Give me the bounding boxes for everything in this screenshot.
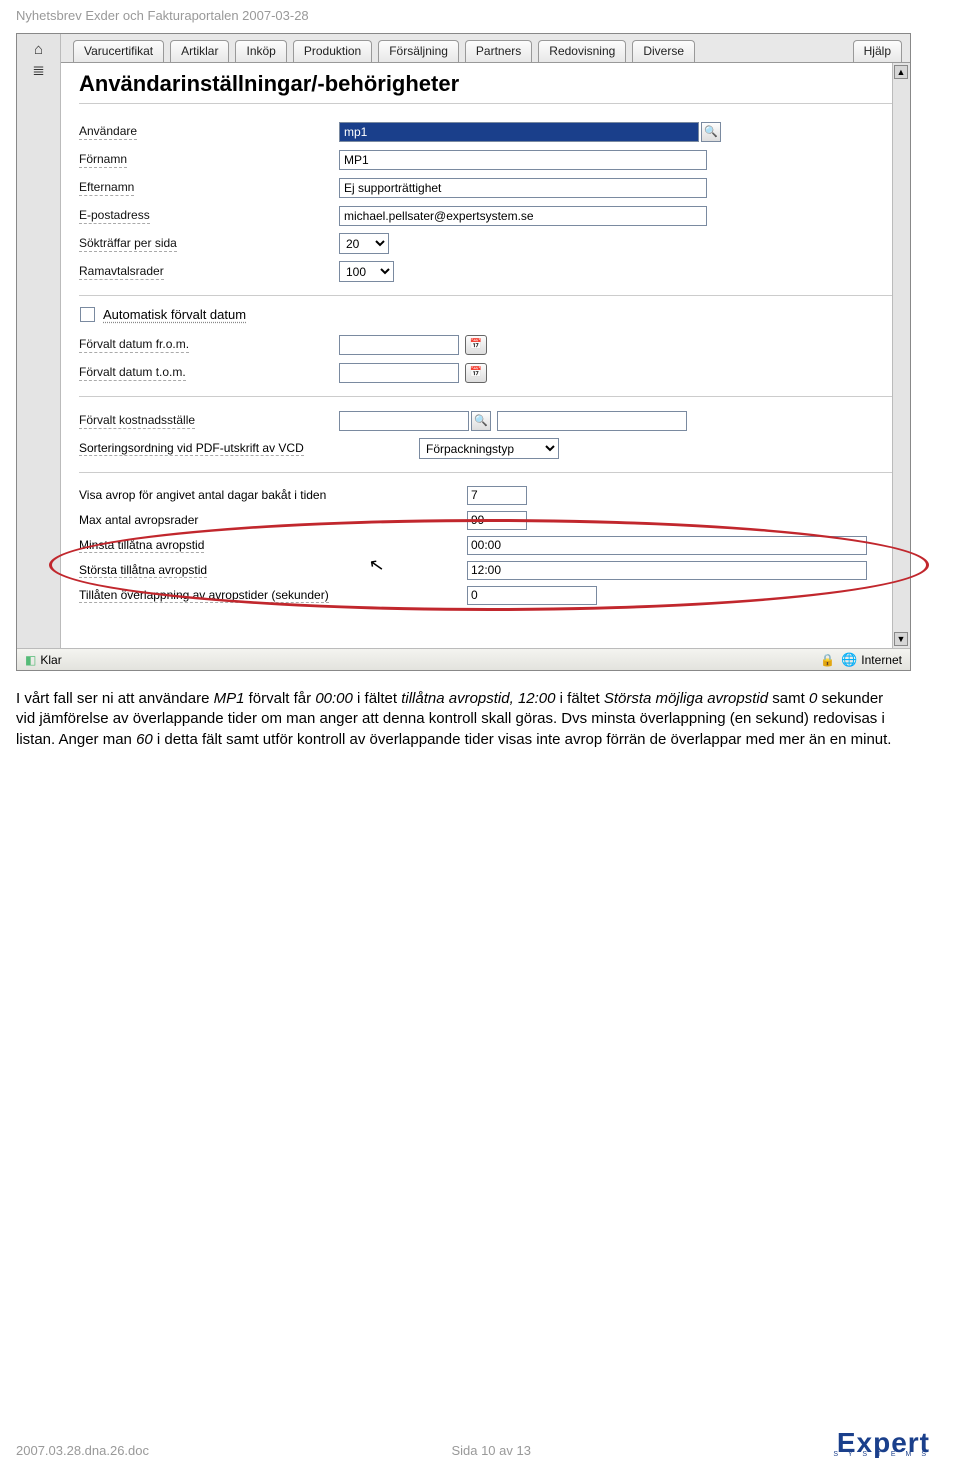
- screenshot-window: ⌂ ≣ Varucertifikat Artiklar Inköp Produk…: [16, 33, 911, 671]
- home-icon[interactable]: ⌂: [17, 41, 60, 58]
- input-min-time[interactable]: [467, 536, 867, 555]
- label-email: E-postadress: [79, 208, 150, 224]
- checkbox-auto-date[interactable]: [80, 307, 95, 322]
- input-lastname[interactable]: [339, 178, 707, 198]
- page-footer: 2007.03.28.dna.26.doc Sida 10 av 13 Expe…: [12, 1430, 948, 1458]
- input-overlap[interactable]: [467, 586, 597, 605]
- select-ramav[interactable]: 100: [339, 261, 394, 282]
- label-days-back: Visa avrop för angivet antal dagar bakåt…: [79, 488, 467, 502]
- lock-icon: 🔒: [820, 653, 835, 667]
- internet-icon: 🌐: [841, 652, 857, 668]
- footer-filename: 2007.03.28.dna.26.doc: [16, 1443, 149, 1458]
- label-hits: Sökträffar per sida: [79, 236, 177, 252]
- page-icon: ◧: [25, 653, 36, 667]
- body-paragraph: I vårt fall ser ni att användare MP1 för…: [16, 689, 906, 750]
- input-date-to[interactable]: [339, 363, 459, 383]
- tab-redovisning[interactable]: Redovisning: [538, 40, 626, 62]
- label-firstname: Förnamn: [79, 152, 127, 168]
- list-icon[interactable]: ≣: [17, 61, 60, 79]
- tab-bar: Varucertifikat Artiklar Inköp Produktion…: [61, 34, 910, 62]
- tab-partners[interactable]: Partners: [465, 40, 532, 62]
- tab-varucertifikat[interactable]: Varucertifikat: [73, 40, 164, 62]
- label-overlap: Tillåten överlappning av avropstider (se…: [79, 588, 329, 603]
- input-firstname[interactable]: [339, 150, 707, 170]
- footer-logo: Expert S Y S T E M S: [833, 1430, 930, 1458]
- security-zone: Internet: [861, 653, 902, 667]
- input-email[interactable]: [339, 206, 707, 226]
- label-auto-date: Automatisk förvalt datum: [103, 307, 246, 322]
- input-date-from[interactable]: [339, 335, 459, 355]
- input-kostnad[interactable]: [339, 411, 469, 431]
- label-max-rows: Max antal avropsrader: [79, 513, 467, 527]
- label-date-to: Förvalt datum t.o.m.: [79, 365, 186, 381]
- tab-hjalp[interactable]: Hjälp: [853, 40, 902, 62]
- footer-page: Sida 10 av 13: [149, 1443, 833, 1458]
- left-gutter: ⌂ ≣: [17, 34, 61, 648]
- label-date-from: Förvalt datum fr.o.m.: [79, 337, 189, 353]
- status-text: Klar: [40, 653, 61, 667]
- select-sort[interactable]: Förpackningstyp: [419, 438, 559, 459]
- label-ramav: Ramavtalsrader: [79, 264, 164, 280]
- input-user[interactable]: [339, 122, 699, 142]
- tab-artiklar[interactable]: Artiklar: [170, 40, 229, 62]
- tab-diverse[interactable]: Diverse: [632, 40, 695, 62]
- scroll-up-button[interactable]: ▲: [894, 65, 908, 79]
- calendar-icon[interactable]: 📅: [465, 363, 487, 383]
- label-user: Användare: [79, 124, 137, 140]
- main-panel: ▲ ▼ Användarinställningar/-behörigheter …: [61, 62, 910, 648]
- tab-produktion[interactable]: Produktion: [293, 40, 372, 62]
- label-kostnad: Förvalt kostnadsställe: [79, 413, 195, 429]
- input-max-time[interactable]: [467, 561, 867, 580]
- input-days-back[interactable]: [467, 486, 527, 505]
- tab-forsaljning[interactable]: Försäljning: [378, 40, 459, 62]
- search-icon[interactable]: 🔍: [701, 122, 721, 142]
- calendar-icon[interactable]: 📅: [465, 335, 487, 355]
- doc-header: Nyhetsbrev Exder och Fakturaportalen 200…: [16, 8, 948, 23]
- label-max-time: Största tillåtna avropstid: [79, 563, 207, 578]
- input-max-rows[interactable]: [467, 511, 527, 530]
- status-bar: ◧ Klar 🔒 🌐 Internet: [17, 648, 910, 670]
- input-kostnad-desc[interactable]: [497, 411, 687, 431]
- label-sort: Sorteringsordning vid PDF-utskrift av VC…: [79, 441, 304, 456]
- scroll-down-button[interactable]: ▼: [894, 632, 908, 646]
- label-lastname: Efternamn: [79, 180, 134, 196]
- panel-title: Användarinställningar/-behörigheter: [79, 71, 892, 104]
- select-hits[interactable]: 20: [339, 233, 389, 254]
- tab-inkop[interactable]: Inköp: [235, 40, 286, 62]
- label-min-time: Minsta tillåtna avropstid: [79, 538, 204, 553]
- search-icon[interactable]: 🔍: [471, 411, 491, 431]
